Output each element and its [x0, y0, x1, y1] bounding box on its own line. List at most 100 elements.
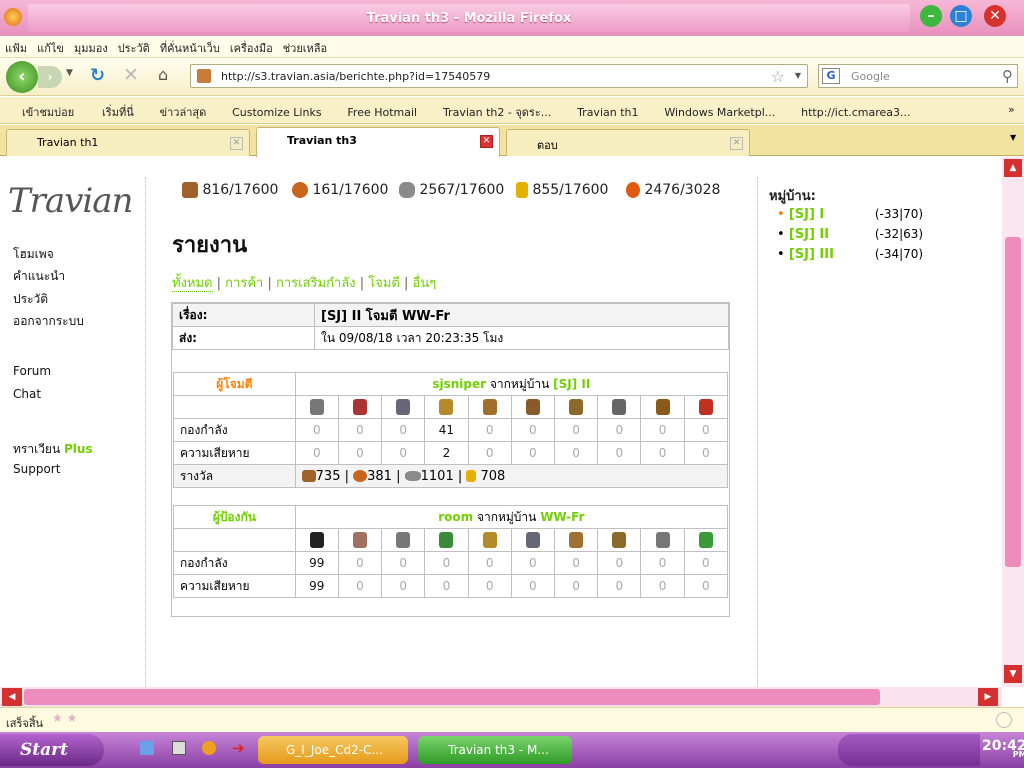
defender-player[interactable]: room [438, 510, 473, 524]
sidebar-item-support[interactable]: Support [13, 462, 60, 476]
scroll-right-button[interactable]: ▶ [978, 688, 998, 706]
url-dropdown-icon[interactable]: ▼ [795, 71, 801, 80]
vertical-scrollbar[interactable]: ▲ ▼ [1002, 157, 1024, 687]
horizontal-scrollbar[interactable]: ◀ ▶ [0, 687, 1002, 707]
stop-icon[interactable]: ✕ [123, 64, 139, 86]
tab-close-icon[interactable]: ✕ [730, 137, 743, 150]
bookmark-windows-marketplace[interactable]: Windows Marketpl... [646, 100, 779, 125]
unit-type-icon [597, 395, 642, 419]
clay-icon [292, 182, 308, 198]
tab-travian-th3[interactable]: Travian th3 ✕ [256, 127, 500, 157]
sidebar-item-forum[interactable]: Forum [13, 364, 51, 378]
report-subject: [SJ] II โจมตี WW-Fr [314, 303, 729, 327]
vertical-scroll-thumb[interactable] [1005, 237, 1021, 567]
history-dropdown-icon[interactable]: ▼ [66, 68, 73, 78]
village-name[interactable]: [SJ] I [789, 207, 875, 222]
clay-resource: 161/17600 [292, 182, 388, 198]
search-icon[interactable]: ⚲ [1002, 67, 1013, 85]
tab-travian-th1[interactable]: Travian th1 ✕ [6, 129, 250, 156]
tab-list-icon[interactable]: ▼ [1010, 133, 1016, 142]
taskbar-item-travian[interactable]: Travian th3 - M... [418, 736, 572, 764]
attacker-player[interactable]: sjsniper [432, 377, 486, 391]
bookmark-travian-th2[interactable]: Travian th2 - จุดระ... [425, 97, 555, 127]
bookmark-customize-links[interactable]: Customize Links [214, 100, 326, 125]
sidebar-item-logout[interactable]: ออกจากระบบ [13, 312, 84, 331]
village-item[interactable]: • [SJ] I (-33|70) [777, 207, 977, 227]
menu-history[interactable]: ประวัติ [113, 36, 155, 60]
sidebar-item-guide[interactable]: คำแนะนำ [13, 267, 65, 286]
filter-separator: | [216, 276, 222, 291]
filter-all[interactable]: ทั้งหมด [172, 276, 213, 292]
clock[interactable]: 20:42 PM [982, 738, 1024, 759]
unit-count-cell: 0 [510, 551, 555, 575]
bookmark-latest-news[interactable]: ข่าวล่าสุด [142, 97, 211, 127]
unit-type-icon [294, 528, 339, 552]
defender-village[interactable]: WW-Fr [540, 510, 584, 524]
left-divider [145, 177, 146, 687]
sidebar-item-chat[interactable]: Chat [13, 387, 41, 401]
quick-launch-smiley-icon[interactable] [202, 741, 216, 755]
tab-close-icon[interactable]: ✕ [480, 135, 493, 148]
menu-file[interactable]: แฟ้ม [0, 36, 32, 60]
forward-button[interactable]: › [38, 66, 62, 88]
unit-count-cell: 0 [381, 551, 426, 575]
scroll-up-button[interactable]: ▲ [1004, 159, 1022, 177]
resize-grip-icon[interactable] [996, 712, 1012, 728]
filter-attack[interactable]: โจมตี [368, 276, 400, 291]
tab-label: ตอบ [537, 139, 558, 152]
village-list-title: หมู่บ้าน: [769, 189, 816, 204]
scroll-down-button[interactable]: ▼ [1004, 665, 1022, 683]
village-name[interactable]: [SJ] II [789, 227, 875, 242]
tab-close-icon[interactable]: ✕ [230, 137, 243, 150]
attacker-village[interactable]: [SJ] II [553, 377, 590, 391]
empty-cell [173, 528, 296, 552]
minimize-button[interactable]: – [920, 5, 942, 27]
bookmark-ict-cmarea[interactable]: http://ict.cmarea3... [783, 100, 914, 125]
bookmark-star-icon[interactable]: ☆ [771, 67, 785, 86]
filter-other[interactable]: อื่นๆ [413, 276, 437, 291]
back-button[interactable]: ‹ [6, 61, 38, 93]
quick-launch-desktop-icon[interactable] [140, 741, 154, 755]
attacker-unit-icons [173, 395, 729, 419]
bookmark-travian-th1[interactable]: Travian th1 [559, 100, 642, 125]
taskbar-item-gi-joe[interactable]: G_I_Joe_Cd2-C... [258, 736, 408, 764]
bookmark-free-hotmail[interactable]: Free Hotmail [329, 100, 421, 125]
filter-trade[interactable]: การค้า [225, 276, 263, 291]
menu-bookmarks[interactable]: ที่คั่นหน้าเว็บ [155, 36, 225, 60]
village-item[interactable]: • [SJ] III (-34|70) [777, 247, 977, 267]
menu-tools[interactable]: เครื่องมือ [225, 36, 278, 60]
google-engine-icon[interactable]: G [822, 68, 840, 84]
tab-reply[interactable]: ตอบ ✕ [506, 129, 750, 156]
bounty-iron: 1101 [420, 468, 454, 484]
village-name[interactable]: [SJ] III [789, 247, 875, 262]
sidebar-item-plus[interactable]: ทราเวียน Plus [13, 440, 93, 459]
title-bar: Travian th3 - Mozilla Firefox – □ ✕ [0, 0, 1024, 36]
menu-help[interactable]: ช่วยเหลือ [278, 36, 332, 60]
losses-label: ความเสียหาย [173, 574, 296, 598]
navigation-toolbar: ‹ › ▼ ↻ ✕ ⌂ http://s3.travian.asia/beric… [0, 58, 1024, 96]
maximize-button[interactable]: □ [950, 5, 972, 27]
bookmarks-overflow-icon[interactable]: » [1004, 97, 1019, 122]
scroll-left-button[interactable]: ◀ [2, 688, 22, 706]
horizontal-scroll-thumb[interactable] [24, 689, 880, 705]
active-bullet-icon: • [777, 207, 785, 222]
page-title: รายงาน [172, 233, 248, 258]
quick-launch-arrow-icon[interactable]: ➔ [232, 739, 245, 757]
defender-table: ผู้ป้องกัน room จากหมู่บ้าน WW-Fr กองกำล… [173, 505, 729, 598]
search-box[interactable]: G Google ⚲ [818, 64, 1018, 88]
bookmark-most-visited[interactable]: เข้าชมบ่อย [0, 97, 78, 127]
menu-view[interactable]: มุมมอง [69, 36, 113, 60]
sidebar-item-profile[interactable]: ประวัติ [13, 290, 48, 309]
sidebar-item-home[interactable]: โฮมเพจ [13, 245, 54, 264]
reload-icon[interactable]: ↻ [90, 65, 105, 86]
address-bar[interactable]: http://s3.travian.asia/berichte.php?id=1… [190, 64, 808, 88]
home-icon[interactable]: ⌂ [158, 65, 168, 84]
filter-reinforcement[interactable]: การเสริมกำลัง [276, 276, 356, 291]
close-button[interactable]: ✕ [984, 5, 1006, 27]
menu-edit[interactable]: แก้ไข [32, 36, 69, 60]
bookmark-getting-started[interactable]: เริ่มที่นี่ [82, 97, 138, 127]
start-button[interactable]: Start [0, 734, 104, 766]
unit-count-cell: 0 [683, 441, 729, 465]
quick-launch-shield-icon[interactable] [172, 741, 186, 755]
village-item[interactable]: • [SJ] II (-32|63) [777, 227, 977, 247]
